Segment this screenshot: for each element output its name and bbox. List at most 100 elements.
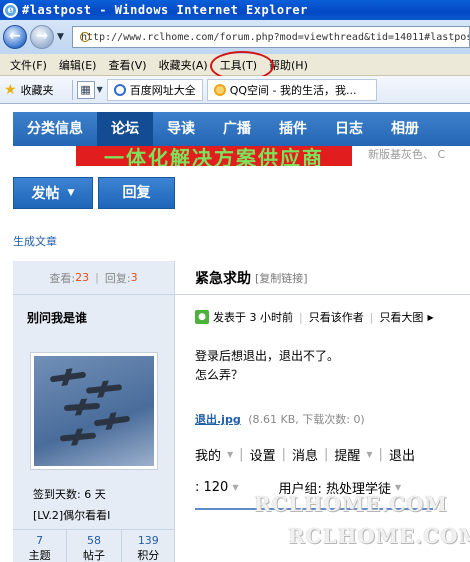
- count-value: 7: [36, 534, 44, 547]
- replies-count: 3: [130, 271, 138, 284]
- url-field[interactable]: http://www.rclhome.com/forum.php?mod=vie…: [72, 26, 470, 48]
- count-points[interactable]: 139 积分: [122, 530, 175, 562]
- tab-baidu[interactable]: 百度网址大全: [106, 78, 203, 101]
- user-menu-logout[interactable]: 退出: [389, 445, 421, 464]
- jet-icon: [49, 371, 87, 383]
- favorites-button[interactable]: 收藏夹: [21, 82, 54, 98]
- attachment: 退出.jpg (8.61 KB, 下载次数: 0): [195, 411, 365, 427]
- attachment-info: (8.61 KB, 下载次数: 0): [248, 413, 365, 426]
- views-label: 查看:: [49, 271, 76, 285]
- menu-view[interactable]: 查看(V): [102, 57, 152, 73]
- post-time: 发表于 3 小时前: [213, 311, 293, 324]
- favorites-bar: ★ 收藏夹 ▦ ▼ 百度网址大全 QQ空间 - 我的生活，我...: [0, 76, 470, 104]
- jet-icon: [93, 415, 131, 427]
- chevron-down-icon: ▼: [232, 483, 239, 492]
- url-text: http://www.rclhome.com/forum.php?mod=vie…: [81, 31, 470, 43]
- divider: |: [378, 447, 383, 462]
- nav-item-forum[interactable]: 论坛: [97, 112, 153, 146]
- meta-divider: |: [299, 310, 303, 324]
- ad-side-text[interactable]: 新版基灰色、 C: [368, 146, 470, 160]
- copy-link-button[interactable]: [复制链接]: [255, 270, 308, 286]
- signin-days: 签到天数: 6 天: [33, 488, 106, 501]
- attachment-link[interactable]: 退出.jpg: [195, 413, 241, 426]
- avatar[interactable]: [30, 352, 158, 470]
- ie-tab-icon: [113, 83, 126, 96]
- window-title: #lastpost - Windows Internet Explorer: [22, 3, 308, 17]
- web-page: 分类信息 论坛 导读 广播 插件 日志 相册 一体化解决方案供应商 新版基灰色、…: [0, 104, 470, 562]
- menu-favorites[interactable]: 收藏夹(A): [153, 57, 214, 73]
- views-count: 23: [75, 271, 90, 284]
- replies-label: 回复:: [104, 271, 131, 285]
- thread-header: 紧急求助 [复制链接]: [175, 261, 470, 295]
- thread-stats: 查看: 23 | 回复: 3: [13, 261, 174, 295]
- ad-banner[interactable]: 一体化解决方案供应商: [76, 146, 352, 166]
- author-panel: 查看: 23 | 回复: 3 别问我是谁 签到天数: 6 天 [LV.2]偶尔看…: [13, 261, 175, 562]
- only-author-link[interactable]: 只看该作者: [309, 309, 364, 325]
- nav-item-classifieds[interactable]: 分类信息: [13, 112, 97, 146]
- nav-item-blog[interactable]: 日志: [321, 112, 377, 146]
- ad-banner-text: 一体化解决方案供应商: [104, 146, 324, 166]
- thread-title: 紧急求助: [195, 270, 251, 287]
- chevron-right-icon[interactable]: ▶: [427, 313, 433, 322]
- new-post-button[interactable]: 发帖 ▼: [13, 177, 93, 209]
- post-line: 怎么弄？: [195, 368, 244, 382]
- chevron-down-icon: ▼: [395, 483, 402, 492]
- nav-item-plugins[interactable]: 插件: [265, 112, 321, 146]
- reply-button[interactable]: 回复: [98, 177, 175, 209]
- jet-icon: [63, 402, 101, 412]
- author-counts: 7 主题 58 帖子 139 积分: [13, 529, 175, 562]
- jet-icon: [85, 384, 123, 394]
- menu-file[interactable]: 文件(F): [4, 57, 53, 73]
- menu-edit[interactable]: 编辑(E): [53, 57, 103, 73]
- breadcrumb[interactable]: 生成文章: [13, 233, 57, 249]
- user-menu-remind[interactable]: 提醒: [334, 445, 366, 464]
- menu-tools[interactable]: 工具(T): [209, 50, 275, 81]
- nav-item-album[interactable]: 相册: [377, 112, 433, 146]
- new-post-label: 发帖: [31, 186, 60, 202]
- address-toolbar: ← → ▼ http://www.rclhome.com/forum.php?m…: [0, 20, 470, 54]
- count-threads[interactable]: 7 主题: [13, 530, 68, 562]
- forward-button[interactable]: →: [30, 25, 54, 49]
- post-panel: 紧急求助 [复制链接] ● 发表于 3 小时前 | 只看该作者 | 只看大图 ▶…: [175, 261, 470, 510]
- tab-qzone[interactable]: QQ空间 - 我的生活，我...: [206, 78, 377, 101]
- big-image-link[interactable]: 只看大图: [379, 309, 423, 325]
- post-meta: ● 发表于 3 小时前 | 只看该作者 | 只看大图 ▶: [195, 309, 434, 325]
- count-value: 58: [86, 534, 101, 547]
- tab-list-dropdown-icon[interactable]: ▼: [97, 85, 103, 94]
- stats-divider: |: [95, 271, 99, 284]
- user-menu-settings[interactable]: 设置: [250, 445, 282, 464]
- user-menu-bar: 我的 ▼ | 设置 | 消息 | 提醒 ▼ | 退出: [195, 445, 421, 464]
- author-name[interactable]: 别问我是谁: [27, 309, 87, 326]
- watermark: RCLHOME.COM: [288, 524, 470, 548]
- star-tab-icon: [213, 83, 226, 96]
- chevron-down-icon: ▼: [67, 188, 75, 198]
- post-line: 登录后想退出，退出不了。: [195, 349, 340, 363]
- count-label: 积分: [137, 549, 160, 562]
- avatar-image: [34, 356, 154, 466]
- user-level: [LV.2]偶尔看看I: [33, 509, 111, 522]
- user-menu-mine[interactable]: 我的: [195, 445, 227, 464]
- online-status-icon: ●: [195, 310, 209, 324]
- divider: |: [323, 447, 329, 462]
- count-label: 主题: [28, 549, 51, 562]
- post-body: 登录后想退出，退出不了。 怎么弄？: [195, 347, 339, 385]
- nav-item-broadcast[interactable]: 广播: [209, 112, 265, 146]
- chevron-down-icon: ▼: [227, 450, 234, 459]
- favorites-star-icon: ★: [4, 81, 17, 98]
- user-points[interactable]: : 120: [195, 480, 228, 495]
- watermark: RCLHOME.COM: [254, 492, 448, 516]
- tab-label: QQ空间 - 我的生活，我...: [229, 83, 357, 97]
- user-menu-messages[interactable]: 消息: [292, 445, 324, 464]
- count-label: 帖子: [82, 549, 105, 562]
- count-posts[interactable]: 58 帖子: [67, 530, 122, 562]
- history-dropdown-icon[interactable]: ▼: [57, 32, 69, 42]
- divider: |: [281, 447, 286, 462]
- divider: [71, 79, 73, 100]
- menu-bar: 文件(F) 编辑(E) 查看(V) 收藏夹(A) 工具(T) 帮助(H): [0, 50, 470, 81]
- ie-logo-icon: e: [3, 2, 18, 18]
- quick-tabs-icon[interactable]: ▦: [76, 80, 95, 99]
- count-value: 139: [137, 534, 159, 547]
- chevron-down-icon: ▼: [366, 450, 373, 459]
- back-button[interactable]: ←: [3, 25, 27, 49]
- nav-item-guide[interactable]: 导读: [153, 112, 209, 146]
